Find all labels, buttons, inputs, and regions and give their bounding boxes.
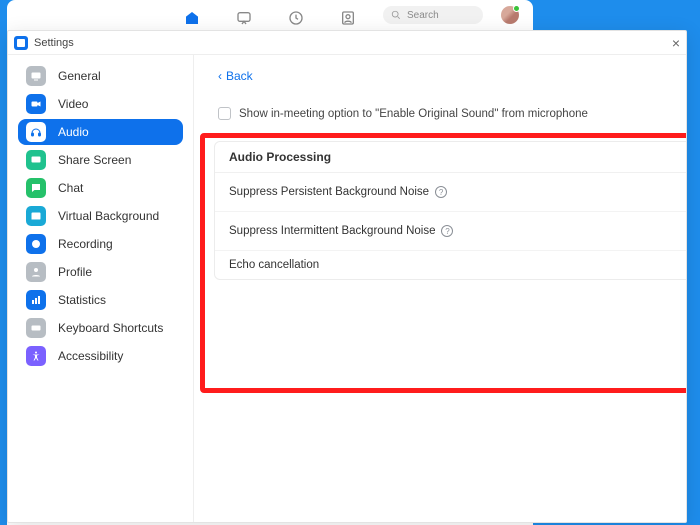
profile-icon bbox=[26, 262, 46, 282]
audio-processing-card: Audio Processing Restore Defaults Suppre… bbox=[214, 141, 686, 280]
sidebar-item-chat[interactable]: Chat bbox=[18, 175, 183, 201]
video-icon bbox=[26, 94, 46, 114]
row-label: Suppress Persistent Background Noise bbox=[229, 186, 429, 198]
original-sound-label: Show in-meeting option to "Enable Origin… bbox=[239, 108, 588, 120]
general-icon bbox=[26, 66, 46, 86]
avatar[interactable] bbox=[501, 6, 519, 24]
card-title: Audio Processing bbox=[229, 150, 331, 164]
settings-sidebar: General Video Audio Share Screen Chat bbox=[8, 55, 194, 522]
accessibility-icon bbox=[26, 346, 46, 366]
sidebar-item-statistics[interactable]: Statistics bbox=[18, 287, 183, 313]
sidebar-item-virtual-background[interactable]: Virtual Background bbox=[18, 203, 183, 229]
home-icon[interactable] bbox=[183, 9, 201, 27]
keyboard-icon bbox=[26, 318, 46, 338]
sidebar-item-label: Chat bbox=[58, 181, 83, 195]
clock-icon[interactable] bbox=[287, 9, 305, 27]
sidebar-item-label: Statistics bbox=[58, 293, 106, 307]
sidebar-item-share-screen[interactable]: Share Screen bbox=[18, 147, 183, 173]
sidebar-item-general[interactable]: General bbox=[18, 63, 183, 89]
close-button[interactable]: × bbox=[672, 35, 680, 51]
settings-window: Settings × General Video Audio bbox=[7, 30, 687, 523]
share-screen-icon bbox=[26, 150, 46, 170]
search-input[interactable]: Search bbox=[383, 6, 483, 24]
sidebar-item-label: Virtual Background bbox=[58, 209, 159, 223]
titlebar: Settings × bbox=[8, 31, 686, 55]
sidebar-item-keyboard-shortcuts[interactable]: Keyboard Shortcuts bbox=[18, 315, 183, 341]
sidebar-item-label: Keyboard Shortcuts bbox=[58, 321, 163, 335]
contacts-icon[interactable] bbox=[339, 9, 357, 27]
desktop: Search Settings × General Video bbox=[0, 0, 700, 525]
sidebar-item-profile[interactable]: Profile bbox=[18, 259, 183, 285]
chat-icon[interactable] bbox=[235, 9, 253, 27]
zoom-app-icon bbox=[14, 36, 28, 50]
original-sound-checkbox-row[interactable]: Show in-meeting option to "Enable Origin… bbox=[218, 107, 662, 120]
sidebar-item-recording[interactable]: Recording bbox=[18, 231, 183, 257]
row-suppress-intermittent: Suppress Intermittent Background Noise ?… bbox=[215, 212, 686, 251]
checkbox-icon[interactable] bbox=[218, 107, 231, 120]
row-suppress-persistent: Suppress Persistent Background Noise ? A… bbox=[215, 173, 686, 212]
help-icon[interactable]: ? bbox=[441, 225, 453, 237]
row-label: Echo cancellation bbox=[229, 259, 319, 271]
sidebar-item-label: Profile bbox=[58, 265, 92, 279]
help-icon[interactable]: ? bbox=[435, 186, 447, 198]
recording-icon bbox=[26, 234, 46, 254]
row-label: Suppress Intermittent Background Noise bbox=[229, 225, 435, 237]
card-header: Audio Processing Restore Defaults bbox=[215, 142, 686, 173]
window-title: Settings bbox=[34, 37, 74, 49]
statistics-icon bbox=[26, 290, 46, 310]
sidebar-item-label: Audio bbox=[58, 125, 89, 139]
sidebar-item-label: Video bbox=[58, 97, 88, 111]
chat-settings-icon bbox=[26, 178, 46, 198]
back-label: Back bbox=[226, 69, 253, 83]
sidebar-item-label: General bbox=[58, 69, 101, 83]
search-placeholder: Search bbox=[407, 10, 439, 21]
chevron-left-icon: ‹ bbox=[218, 69, 222, 83]
sidebar-item-label: Accessibility bbox=[58, 349, 123, 363]
search-icon bbox=[391, 10, 401, 20]
settings-body: General Video Audio Share Screen Chat bbox=[8, 55, 686, 522]
audio-icon bbox=[26, 122, 46, 142]
back-link[interactable]: ‹ Back bbox=[218, 69, 662, 83]
row-echo-cancellation: Echo cancellation bbox=[215, 251, 686, 279]
sidebar-item-label: Recording bbox=[58, 237, 113, 251]
sidebar-item-accessibility[interactable]: Accessibility bbox=[18, 343, 183, 369]
sidebar-item-audio[interactable]: Audio bbox=[18, 119, 183, 145]
sidebar-item-label: Share Screen bbox=[58, 153, 131, 167]
settings-main: ‹ Back Show in-meeting option to "Enable… bbox=[194, 55, 686, 522]
virtual-bg-icon bbox=[26, 206, 46, 226]
sidebar-item-video[interactable]: Video bbox=[18, 91, 183, 117]
